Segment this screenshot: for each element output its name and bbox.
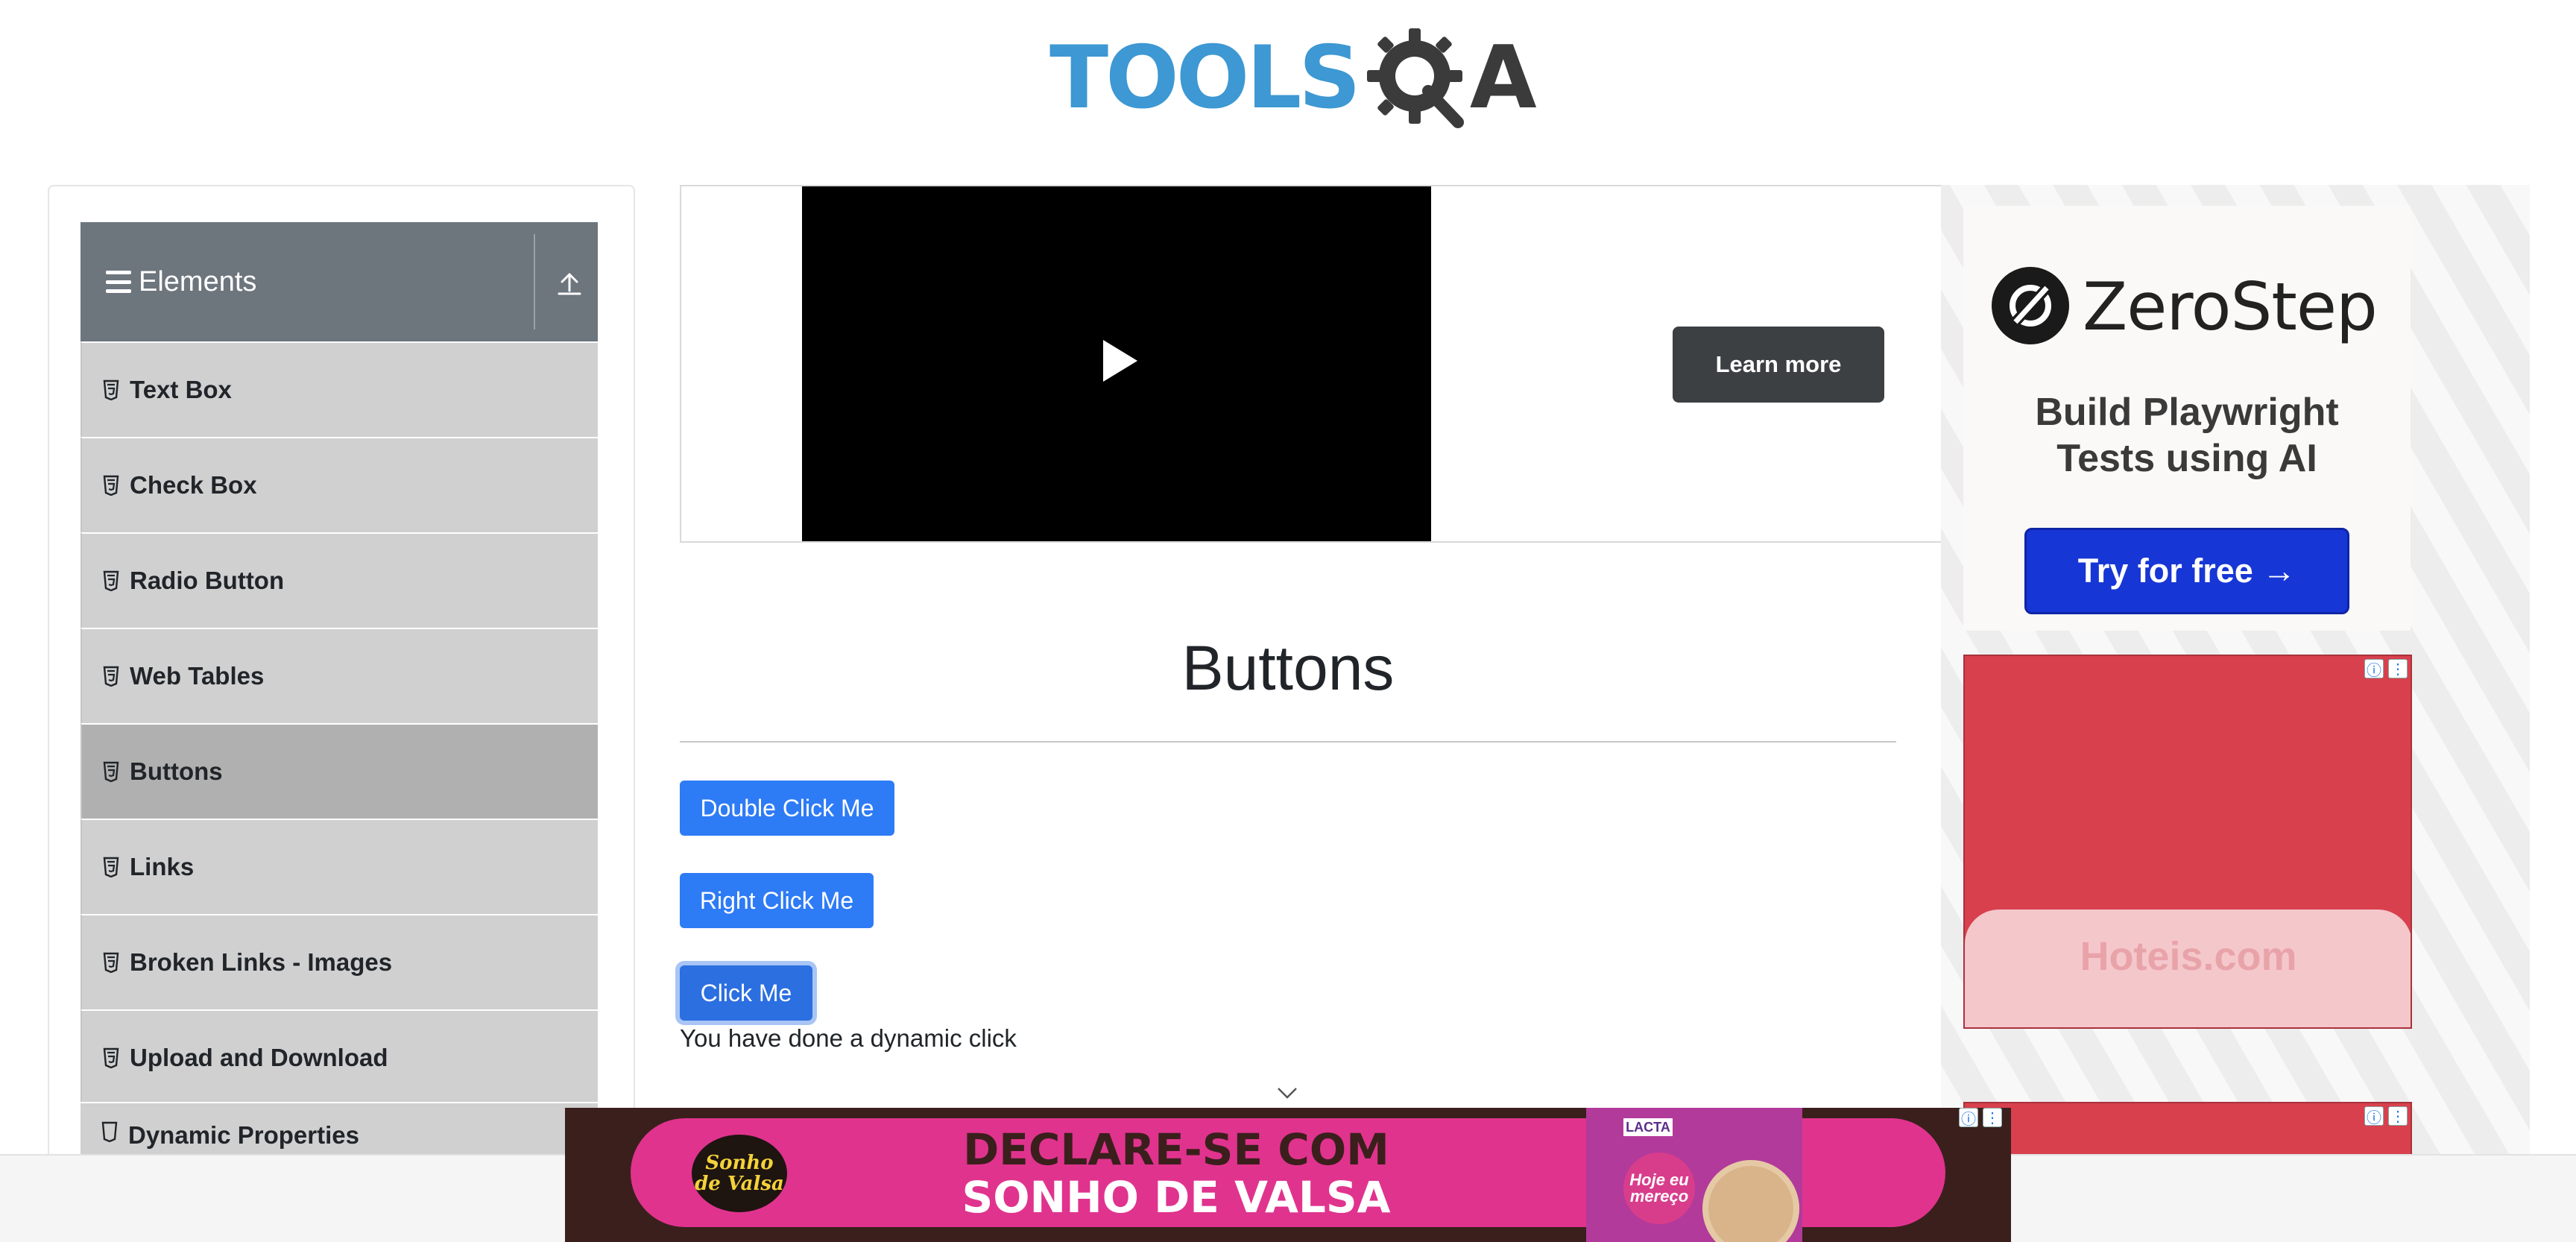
banner-headline-line2: SONHO DE VALSA — [962, 1172, 1391, 1223]
right-click-button[interactable]: Right Click Me — [680, 873, 874, 928]
page-root: TOOLS A Elements Text Box Check Box Radi… — [0, 0, 2576, 1242]
product-tag: Hoje eu mereço — [1623, 1153, 1695, 1224]
chevron-down-icon[interactable] — [1276, 1085, 1298, 1100]
logo-text-tools: TOOLS — [1049, 28, 1361, 128]
site-logo[interactable]: TOOLS A — [1049, 22, 1537, 134]
sidebar-item-links[interactable]: Links — [80, 819, 598, 914]
sidebar-item-check-box[interactable]: Check Box — [80, 437, 598, 532]
html5-icon — [103, 379, 119, 400]
sidebar-item-label: Buttons — [130, 757, 223, 785]
html5-icon — [103, 857, 119, 877]
page-title: Buttons — [1181, 633, 1395, 703]
hoteis-brand: Hoteis.com — [2080, 934, 2297, 979]
sidebar-item-text-box[interactable]: Text Box — [80, 341, 598, 437]
sidebar-item-buttons[interactable]: Buttons — [80, 723, 598, 819]
lacta-logo: LACTA — [1623, 1118, 1673, 1136]
html5-icon — [103, 666, 119, 687]
banner-headline-line1: DECLARE-SE COM — [963, 1124, 1389, 1175]
banner-product-image: LACTA Hoje eu mereço — [1586, 1108, 1802, 1242]
try-for-free-button[interactable]: Try for free → — [2024, 528, 2349, 614]
ad-menu-icon[interactable]: ⋮ — [2388, 1106, 2408, 1126]
sidebar-item-upload-download[interactable]: Upload and Download — [80, 1009, 598, 1105]
html5-icon — [103, 1047, 119, 1068]
sidebar-item-radio-button[interactable]: Radio Button — [80, 532, 598, 628]
learn-more-button[interactable]: Learn more — [1673, 327, 1884, 403]
menu-icon — [106, 271, 131, 293]
banner-headline: DECLARE-SE COM SONHO DE VALSA — [893, 1126, 1459, 1221]
ad-info-icon[interactable]: ⓘ — [2364, 1106, 2384, 1126]
html5-icon — [103, 761, 119, 782]
html5-icon — [103, 475, 119, 496]
ad-choices[interactable]: ⓘ ⋮ — [2364, 1106, 2408, 1126]
video-ad: Learn more — [680, 185, 1947, 543]
sidebar-item-label: Dynamic Properties — [128, 1121, 359, 1149]
sidebar-item-broken-links[interactable]: Broken Links - Images — [80, 914, 598, 1009]
sidebar-item-label: Radio Button — [130, 567, 285, 594]
html5-icon — [103, 952, 119, 973]
logo-text-a: A — [1469, 28, 1537, 128]
ad-info-icon[interactable]: ⓘ — [1959, 1108, 1978, 1128]
ad-close-icon[interactable]: ⋮ — [1983, 1108, 2002, 1127]
ad-menu-icon[interactable]: ⋮ — [2388, 659, 2408, 678]
dynamic-click-message: You have done a dynamic click — [680, 1024, 1017, 1052]
zerostep-logo-icon — [1992, 267, 2069, 344]
video-player[interactable] — [802, 186, 1431, 541]
elements-group-header[interactable]: Elements — [80, 222, 598, 341]
zerostep-tagline-line2: Tests using AI — [2056, 437, 2317, 480]
bonbon-image — [1702, 1160, 1799, 1242]
sidebar-item-dynamic-properties[interactable]: Dynamic Properties — [80, 1102, 598, 1154]
hoteis-ad[interactable]: ⓘ ⋮ Hoteis.com — [1963, 655, 2412, 1029]
group-title: Elements — [139, 265, 257, 297]
sidebar-item-label: Text Box — [130, 376, 232, 403]
sidebar-item-label: Broken Links - Images — [130, 948, 393, 976]
zerostep-brand: ZeroStep — [2083, 268, 2378, 345]
sidebar-item-label: Upload and Download — [130, 1044, 388, 1071]
sonho-de-valsa-logo: Sonho de Valsa — [692, 1135, 787, 1212]
sidebar-item-web-tables[interactable]: Web Tables — [80, 628, 598, 723]
collapse-up-icon[interactable] — [555, 268, 584, 298]
ad-info-icon[interactable]: ⓘ — [2364, 659, 2384, 679]
double-click-button[interactable]: Double Click Me — [680, 781, 894, 836]
header-divider — [534, 234, 535, 330]
html5-icon — [103, 570, 119, 591]
bottom-banner-ad[interactable]: Sonho de Valsa DECLARE-SE COM SONHO DE V… — [565, 1108, 2011, 1242]
ad-choices[interactable]: ⓘ ⋮ — [2364, 659, 2408, 679]
click-me-button[interactable]: Click Me — [680, 965, 812, 1021]
banner-ad-choices[interactable]: ⓘ ⋮ — [1959, 1108, 2002, 1128]
sidebar-menu: Text Box Check Box Radio Button Web Tabl… — [80, 341, 598, 1105]
sidebar-item-label: Links — [130, 853, 195, 880]
zerostep-tagline: Build Playwright Tests using AI — [1963, 389, 2411, 482]
sidebar-item-label: Check Box — [130, 471, 257, 499]
zerostep-tagline-line1: Build Playwright — [2035, 391, 2339, 434]
play-icon[interactable] — [1102, 338, 1139, 383]
html5-icon — [101, 1121, 118, 1142]
sidebar-item-label: Web Tables — [130, 662, 265, 690]
zerostep-ad[interactable]: ZeroStep Build Playwright Tests using AI… — [1963, 206, 2411, 631]
gear-magnifier-icon — [1366, 28, 1464, 128]
title-divider — [680, 741, 1896, 743]
